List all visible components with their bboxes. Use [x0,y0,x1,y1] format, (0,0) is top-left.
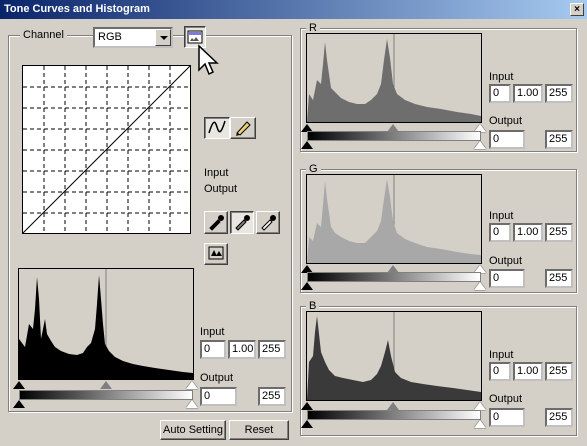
main-output-black-field[interactable]: 0 [200,387,237,406]
auto-levels-button[interactable] [204,243,228,265]
auto-levels-icon [208,246,224,260]
main-input-white-slider[interactable] [186,381,198,389]
r-output-gradient [307,131,481,141]
b-input-black-slider[interactable] [301,402,313,410]
g-output-black-field[interactable]: 0 [489,269,525,288]
r-histogram [306,33,482,123]
white-eyedropper-icon [261,215,276,231]
b-output-black-slider[interactable] [301,420,313,428]
b-input-white-slider[interactable] [474,402,486,410]
g-input-label: Input [489,210,514,222]
b-input-black-field[interactable]: 0 [489,362,511,381]
tone-curves-dialog: Tone Curves and Histogram × Channel RGB [0,0,587,446]
r-output-black-slider[interactable] [301,141,313,149]
b-output-black-field[interactable]: 0 [489,408,525,427]
black-eyedropper-icon [209,215,224,231]
output-readout-label: Output [204,183,238,195]
curve-icon [208,120,226,134]
main-histogram [18,268,194,380]
channel-label: Channel [20,29,67,41]
main-output-white-slider[interactable] [186,400,198,408]
g-output-label: Output [489,255,523,267]
b-output-white-field[interactable]: 255 [545,408,573,427]
g-histogram [306,174,482,264]
black-point-eyedropper-button[interactable] [204,211,228,234]
b-output-gradient [307,410,481,420]
b-output-white-slider[interactable] [474,420,486,428]
gray-eyedropper-icon [235,215,250,231]
title-bar: Tone Curves and Histogram × [0,0,587,19]
b-input-label: Input [489,349,514,361]
b-histogram-graph [307,312,481,400]
auto-setting-button[interactable]: Auto Setting [160,420,226,440]
b-input-white-field[interactable]: 255 [545,362,573,381]
main-input-label: Input [200,326,225,338]
r-output-black-field[interactable]: 0 [489,130,525,149]
close-button[interactable]: × [570,3,584,16]
curve-tool-button[interactable] [204,117,230,139]
main-output-gradient [19,390,193,400]
r-output-white-field[interactable]: 255 [545,130,573,149]
b-histogram [306,311,482,401]
main-input-black-field[interactable]: 0 [200,340,226,359]
gray-point-eyedropper-button[interactable] [230,211,254,234]
r-input-label: Input [489,71,514,83]
main-histogram-graph [19,269,193,379]
histogram-window-icon [187,30,203,44]
chevron-down-icon[interactable] [155,29,171,46]
g-input-gamma-field[interactable]: 1.00 [513,223,543,242]
g-output-black-slider[interactable] [301,282,313,290]
main-output-label: Output [200,372,234,384]
main-input-white-field[interactable]: 255 [258,340,286,359]
g-output-white-field[interactable]: 255 [545,269,573,288]
main-output-black-slider[interactable] [13,400,25,408]
input-readout-label: Input [204,167,229,179]
g-input-black-field[interactable]: 0 [489,223,511,242]
g-output-white-slider[interactable] [474,282,486,290]
tone-curve-graph[interactable] [22,65,191,234]
g-output-gradient [307,272,481,282]
white-point-eyedropper-button[interactable] [256,211,280,234]
tone-curve-plot[interactable] [22,65,191,234]
pencil-tool-button[interactable] [230,117,256,139]
r-input-white-field[interactable]: 255 [545,84,573,103]
pencil-icon [236,121,251,136]
main-input-gamma-field[interactable]: 1.00 [228,340,256,359]
mouse-cursor-icon [198,44,219,76]
main-input-gamma-slider[interactable] [100,381,112,389]
reset-button[interactable]: Reset [229,420,289,440]
r-histogram-graph [307,34,481,122]
channel-select[interactable]: RGB [93,27,173,48]
b-output-label: Output [489,393,523,405]
b-input-gamma-field[interactable]: 1.00 [513,362,543,381]
r-input-black-field[interactable]: 0 [489,84,511,103]
r-output-label: Output [489,115,523,127]
main-output-white-field[interactable]: 255 [258,387,286,406]
b-input-gamma-slider[interactable] [387,402,399,410]
g-input-white-field[interactable]: 255 [545,223,573,242]
channel-select-value: RGB [98,31,122,43]
r-output-white-slider[interactable] [474,141,486,149]
g-histogram-graph [307,175,481,263]
r-input-gamma-field[interactable]: 1.00 [513,84,543,103]
window-title: Tone Curves and Histogram [4,3,150,15]
main-input-black-slider[interactable] [13,381,25,389]
